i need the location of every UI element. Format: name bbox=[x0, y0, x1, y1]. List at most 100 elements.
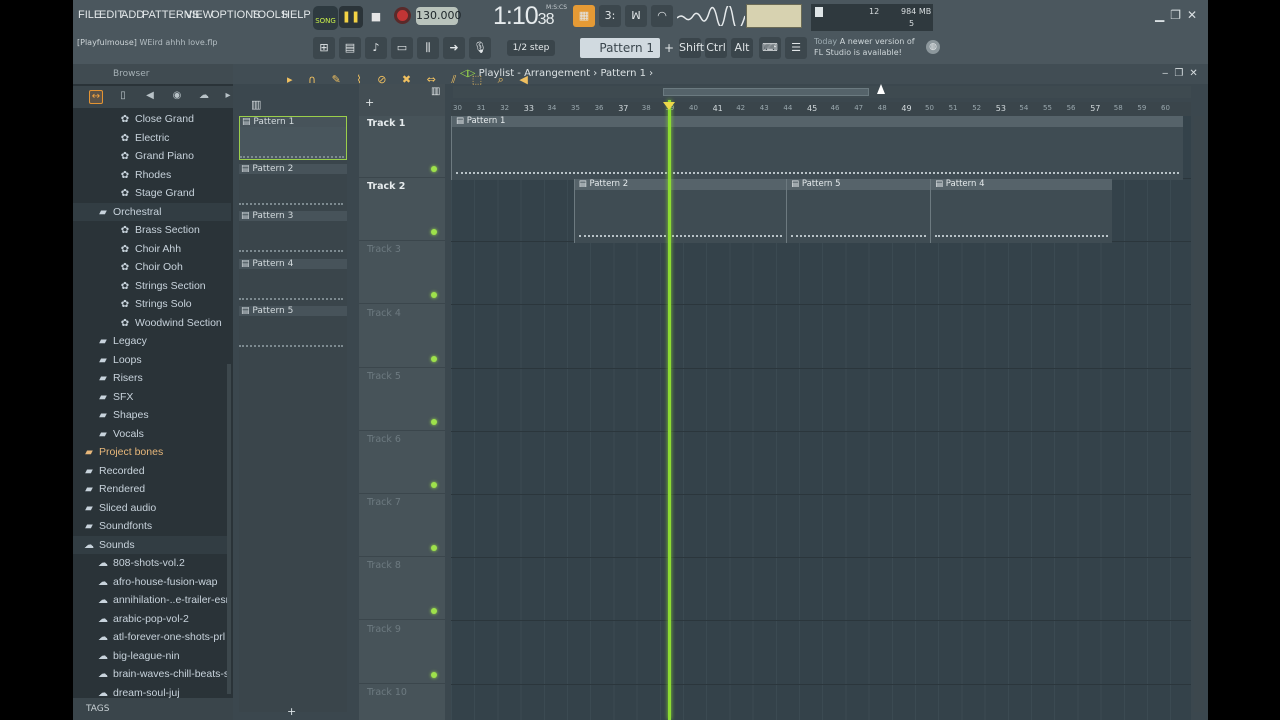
channel-rack-icon[interactable]: ▤ bbox=[339, 37, 361, 59]
browser-item[interactable]: ✿ Choir Ooh bbox=[73, 258, 183, 276]
close-icon[interactable]: ✕ bbox=[1187, 8, 1203, 22]
pattern-selector[interactable]: Pattern 1 bbox=[580, 38, 660, 58]
arrangement-grid[interactable]: ▤ Pattern 1 ▤ Pattern 2 ▤ Pattern 5 ▤ Patte… bbox=[451, 116, 1191, 720]
track-mute-led[interactable] bbox=[431, 166, 437, 172]
track-header[interactable]: Track 7 bbox=[359, 495, 445, 558]
track-lane[interactable] bbox=[451, 242, 1191, 306]
track-header[interactable]: Track 10 bbox=[359, 685, 445, 720]
playhead[interactable] bbox=[668, 100, 672, 720]
browser-item[interactable]: ▰ Recorded bbox=[73, 462, 144, 480]
track-header[interactable]: Track 4 bbox=[359, 306, 445, 368]
menu-file[interactable]: FILE bbox=[78, 9, 101, 21]
pattern-song-icon[interactable]: ▦ bbox=[573, 5, 595, 27]
track-header[interactable]: Track 5 bbox=[359, 369, 445, 431]
track-mute-led[interactable] bbox=[431, 292, 437, 299]
tempo-tap-icon[interactable]: ◠ bbox=[651, 5, 673, 27]
browser-item[interactable]: ✿ Electric bbox=[73, 129, 170, 147]
browser-icon[interactable]: ▭ bbox=[391, 37, 413, 59]
pattern-list-item[interactable]: ▤ Pattern 2 bbox=[239, 163, 347, 208]
menu-view[interactable]: VIEW bbox=[185, 9, 213, 21]
breadcrumb-pattern[interactable]: Pattern 1 bbox=[600, 68, 646, 79]
piano-roll-small-icon[interactable]: ▥ bbox=[431, 86, 440, 97]
arrow-icon[interactable]: ➜ bbox=[443, 37, 465, 59]
news-panel[interactable]: Today A newer version of FL Studio is av… bbox=[814, 36, 942, 62]
menu-help[interactable]: HELP bbox=[282, 9, 311, 21]
microphone-icon[interactable]: 🎙 bbox=[469, 37, 491, 59]
pattern-clip[interactable]: ▤ Pattern 1 bbox=[451, 116, 1183, 180]
time-display[interactable]: 1:1038 bbox=[493, 2, 571, 32]
browser-item[interactable]: ☁ brain-waves-chill-beats-sas bbox=[73, 665, 231, 683]
track-header[interactable]: Track 2 bbox=[359, 179, 445, 242]
track-mute-led[interactable] bbox=[431, 355, 437, 362]
browser-item[interactable]: ▰ Rendered bbox=[73, 480, 145, 498]
pattern-clip[interactable]: ▤ Pattern 4 bbox=[930, 179, 1112, 244]
alt-key[interactable]: Alt bbox=[731, 38, 753, 58]
minimize-icon[interactable]: ▁ bbox=[1155, 8, 1170, 22]
track-mute-led[interactable] bbox=[431, 608, 437, 615]
browser-item[interactable]: ▰ Soundfonts bbox=[73, 517, 152, 535]
browser-item[interactable]: ☁ big-league-nin bbox=[73, 647, 180, 665]
magnet-icon[interactable]: ∩ bbox=[308, 73, 322, 86]
mixer-icon[interactable]: ⫼ bbox=[417, 37, 439, 59]
track-mute-led[interactable] bbox=[431, 545, 437, 552]
browser-item[interactable]: ✿ Close Grand bbox=[73, 110, 194, 128]
browser-item[interactable]: ☁ atl-forever-one-shots-prl bbox=[73, 628, 225, 646]
pencil-icon[interactable]: ✎ bbox=[332, 73, 347, 86]
add-track-icon[interactable]: + bbox=[365, 96, 374, 109]
browser-item[interactable]: ▰ Shapes bbox=[73, 406, 148, 424]
browser-item[interactable]: ✿ Woodwind Section bbox=[73, 314, 222, 332]
minimize-icon[interactable]: ‒ bbox=[1162, 68, 1174, 79]
track-header[interactable]: Track 8 bbox=[359, 558, 445, 621]
track-lane[interactable] bbox=[451, 306, 1191, 369]
track-lane[interactable] bbox=[451, 685, 1191, 720]
browser-item[interactable]: ▰ SFX bbox=[73, 388, 133, 406]
tags-label[interactable]: TAGS bbox=[86, 704, 109, 714]
browser-item[interactable]: ▰ Project bones bbox=[73, 443, 163, 461]
browser-item[interactable]: ✿ Strings Solo bbox=[73, 295, 192, 313]
pattern-list-item[interactable]: ▤ Pattern 1 bbox=[239, 116, 347, 160]
browser-item[interactable]: ▰ Sliced audio bbox=[73, 499, 156, 517]
browser-item[interactable]: ☁ annihilation-..e-trailer-esm bbox=[73, 591, 231, 609]
track-header[interactable]: Track 9 bbox=[359, 622, 445, 684]
browser-item[interactable]: ▰ Vocals bbox=[73, 425, 144, 443]
speaker-icon[interactable]: ◀ bbox=[143, 90, 157, 104]
snap-selector[interactable]: 1/2 step bbox=[507, 40, 555, 56]
scroll-thumb[interactable] bbox=[663, 88, 869, 96]
browser-item[interactable]: ✿ Stage Grand bbox=[73, 184, 195, 202]
track-lane[interactable] bbox=[451, 558, 1191, 622]
pattern-list-item[interactable]: ▤ Pattern 4 bbox=[239, 258, 347, 303]
browser-item[interactable]: ▰ Legacy bbox=[73, 332, 147, 350]
project-icon[interactable]: ▯ bbox=[116, 90, 130, 104]
all-files-icon[interactable]: ↔ bbox=[89, 90, 103, 104]
browser-item[interactable]: ✿ Choir Ahh bbox=[73, 240, 181, 258]
track-mute-led[interactable] bbox=[431, 671, 437, 678]
loop-record-icon[interactable]: ꟽ bbox=[625, 5, 647, 27]
globe-icon[interactable]: ◍ bbox=[926, 40, 940, 54]
plugin-icon[interactable]: ◉ bbox=[170, 90, 184, 104]
browser-item[interactable]: ✿ Brass Section bbox=[73, 221, 200, 239]
track-lane[interactable] bbox=[451, 432, 1191, 495]
browser-item[interactable]: ▰ Loops bbox=[73, 351, 141, 369]
chevron-right-icon[interactable]: ▸ bbox=[287, 73, 299, 86]
track-header[interactable]: Track 3 bbox=[359, 242, 445, 305]
typing-keyboard-icon[interactable]: ⌨ bbox=[759, 37, 781, 59]
stop-button[interactable]: ■ bbox=[365, 6, 387, 28]
restore-icon[interactable]: ❐ bbox=[1170, 8, 1187, 22]
piano-roll-icon[interactable]: ♪ bbox=[365, 37, 387, 59]
browser-item[interactable]: ✿ Rhodes bbox=[73, 166, 171, 184]
playhead-marker[interactable] bbox=[663, 102, 676, 110]
close-icon[interactable]: ✕ bbox=[1189, 68, 1203, 79]
browser-item[interactable]: ✿ Strings Section bbox=[73, 277, 206, 295]
track-header[interactable]: Track 1 bbox=[359, 116, 445, 178]
shift-key[interactable]: Shift bbox=[679, 38, 704, 58]
pattern-clip[interactable]: ▤ Pattern 5 bbox=[786, 179, 931, 244]
add-pattern-button[interactable]: + bbox=[662, 38, 676, 58]
restore-icon[interactable]: ❐ bbox=[1174, 68, 1189, 79]
song-mode-toggle[interactable]: SONG bbox=[313, 6, 338, 30]
playlist-icon[interactable]: ⊞ bbox=[313, 37, 335, 59]
browser-item[interactable]: ☁ Sounds bbox=[73, 535, 231, 554]
browser-item[interactable]: ▰ Orchestral bbox=[73, 202, 231, 221]
add-pattern-button-bottom[interactable]: + bbox=[287, 705, 296, 718]
track-lane[interactable] bbox=[451, 495, 1191, 559]
browser-item[interactable]: ☁ arabic-pop-vol-2 bbox=[73, 610, 189, 628]
